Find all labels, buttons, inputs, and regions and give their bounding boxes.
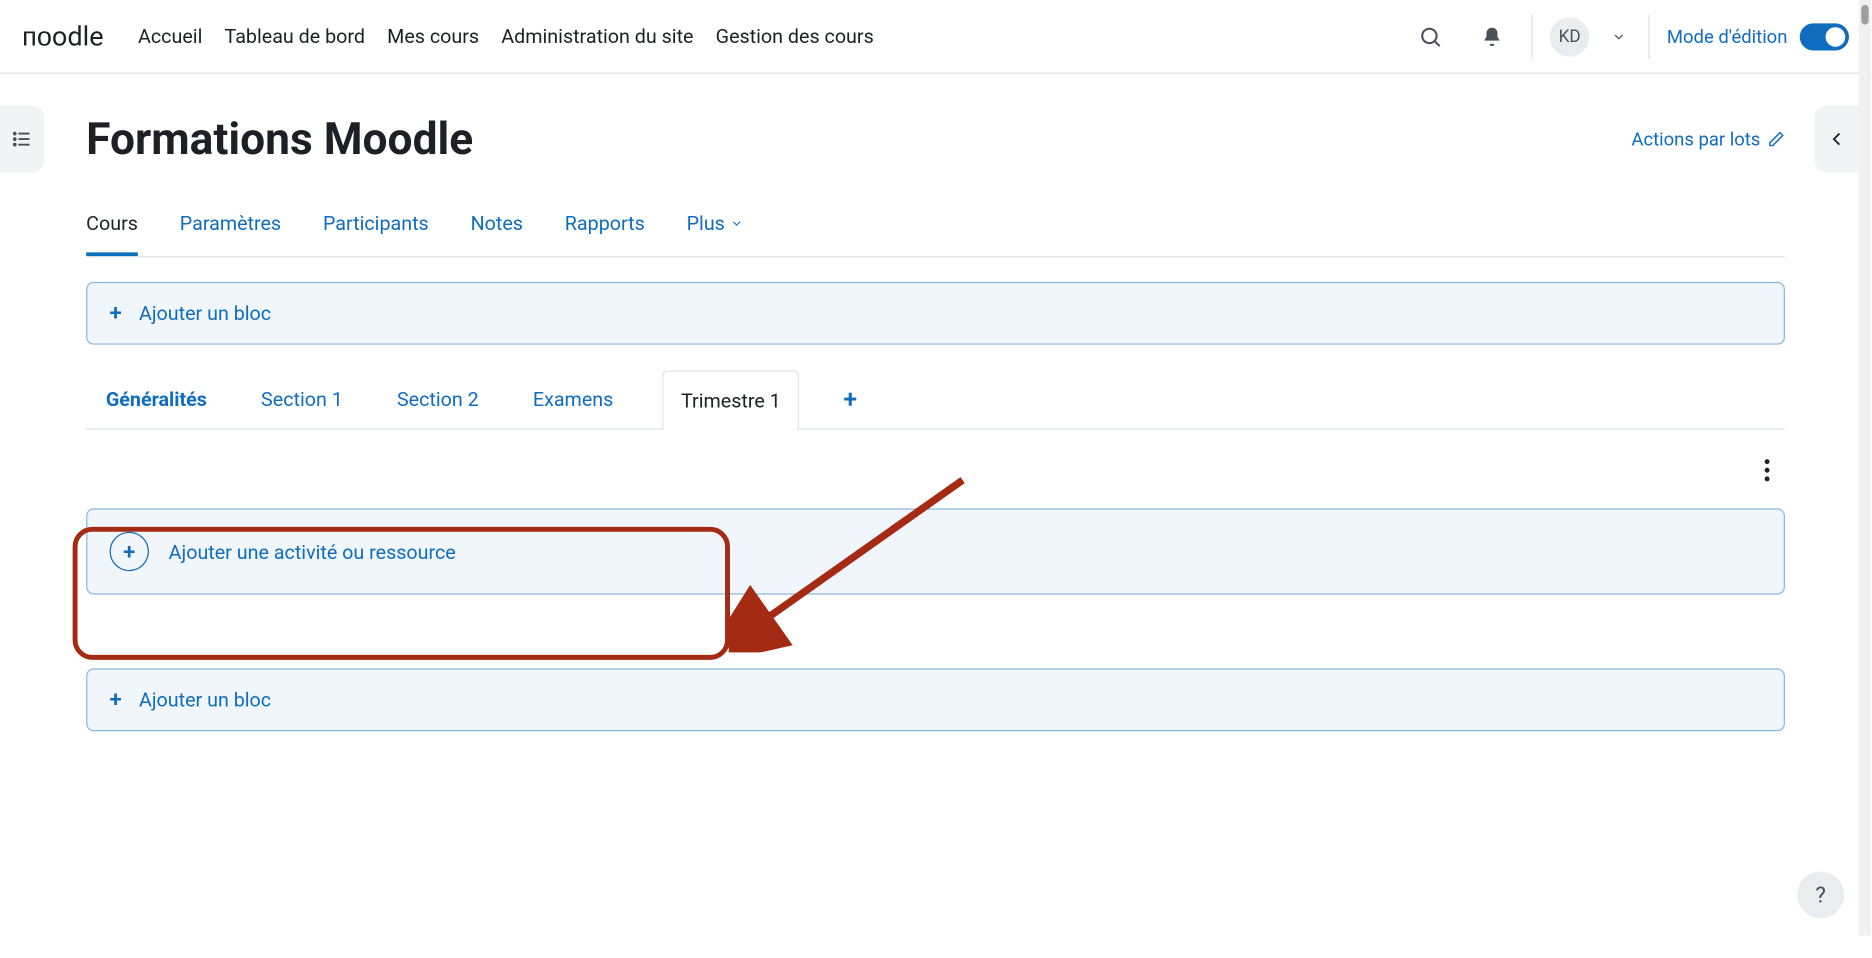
page-content: Formations Moodle Actions par lots Cours… — [0, 74, 1871, 781]
add-section-button[interactable]: + — [844, 384, 858, 414]
add-activity-button[interactable]: + Ajouter une activité ou ressource — [86, 508, 1785, 594]
user-avatar[interactable]: KD — [1550, 17, 1589, 56]
nav-home[interactable]: Accueil — [138, 25, 202, 48]
divider — [1531, 14, 1532, 58]
help-button[interactable]: ? — [1797, 872, 1844, 919]
page-title: Formations Moodle — [86, 113, 473, 165]
plus-icon: + — [110, 687, 122, 713]
tab-more-label: Plus — [687, 212, 725, 235]
section-tab-trimestre1[interactable]: Trimestre 1 — [663, 371, 800, 430]
bell-icon[interactable] — [1470, 14, 1514, 58]
add-block-label: Ajouter un bloc — [139, 302, 271, 325]
tab-reports[interactable]: Rapports — [565, 199, 645, 256]
brand-logo: ᴨᴏodle — [22, 20, 103, 52]
tab-more[interactable]: Plus — [687, 199, 744, 256]
nav-dashboard[interactable]: Tableau de bord — [225, 25, 365, 48]
add-block-button-bottom[interactable]: + Ajouter un bloc — [86, 668, 1785, 731]
section-tab-exams[interactable]: Examens — [528, 370, 618, 428]
tab-course[interactable]: Cours — [86, 199, 138, 256]
bulk-actions-label: Actions par lots — [1631, 128, 1760, 150]
pencil-icon — [1768, 130, 1785, 147]
chevron-down-icon — [730, 212, 744, 235]
edit-mode-label: Mode d'édition — [1667, 25, 1788, 47]
nav-coursemgmt[interactable]: Gestion des cours — [716, 25, 874, 48]
divider — [1648, 14, 1649, 58]
kebab-icon — [1764, 459, 1770, 481]
section-tab-section1[interactable]: Section 1 — [256, 370, 348, 428]
nav-siteadmin[interactable]: Administration du site — [501, 25, 693, 48]
primary-nav: Accueil Tableau de bord Mes cours Admini… — [138, 25, 1408, 48]
tab-grades[interactable]: Notes — [471, 199, 523, 256]
scrollbar-thumb[interactable] — [1861, 5, 1868, 25]
bulk-actions-link[interactable]: Actions par lots — [1631, 128, 1785, 150]
nav-mycourses[interactable]: Mes cours — [387, 25, 479, 48]
course-nav-tabs: Cours Paramètres Participants Notes Rapp… — [86, 199, 1785, 257]
navbar-right: KD Mode d'édition — [1408, 14, 1849, 58]
user-menu-caret-icon[interactable] — [1607, 14, 1632, 58]
search-icon[interactable] — [1408, 14, 1452, 58]
page-header: Formations Moodle Actions par lots — [86, 113, 1785, 165]
add-activity-label: Ajouter une activité ou ressource — [169, 540, 456, 563]
top-navbar: ᴨᴏodle Accueil Tableau de bord Mes cours… — [0, 0, 1871, 74]
section-tab-general[interactable]: Généralités — [101, 370, 212, 428]
section-tab-section2[interactable]: Section 2 — [392, 370, 484, 428]
section-toolbar — [86, 452, 1785, 494]
add-block-button-top[interactable]: + Ajouter un bloc — [86, 282, 1785, 345]
tab-participants[interactable]: Participants — [323, 199, 429, 256]
toggle-switch-on[interactable] — [1800, 23, 1849, 50]
plus-circle-icon: + — [110, 532, 149, 571]
edit-mode-toggle[interactable]: Mode d'édition — [1667, 23, 1849, 50]
section-menu-button[interactable] — [1757, 452, 1778, 494]
section-tabs: Généralités Section 1 Section 2 Examens … — [86, 369, 1785, 429]
plus-icon: + — [110, 300, 122, 326]
tab-settings[interactable]: Paramètres — [180, 199, 281, 256]
add-block-label: Ajouter un bloc — [139, 688, 271, 711]
